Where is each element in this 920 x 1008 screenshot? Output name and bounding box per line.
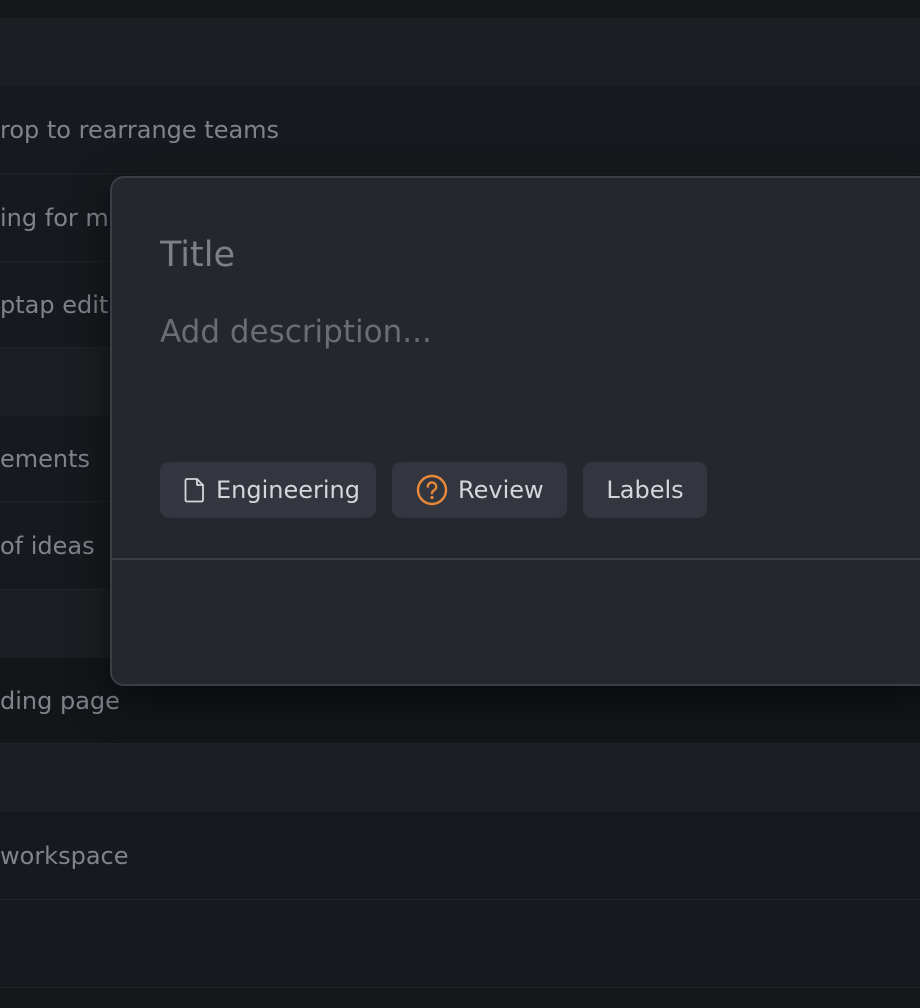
list-top-bar xyxy=(0,0,920,18)
list-item-title: of ideas xyxy=(0,531,95,560)
status-chip-label: Review xyxy=(458,476,544,504)
list-item[interactable]: workspace xyxy=(0,812,920,900)
labels-chip-label: Labels xyxy=(606,476,684,504)
description-input[interactable]: Add description... xyxy=(160,310,860,354)
title-input[interactable]: Title xyxy=(160,232,860,278)
group-header[interactable] xyxy=(0,18,920,86)
team-chip[interactable]: Engineering xyxy=(160,462,376,518)
labels-chip[interactable]: Labels xyxy=(583,462,707,518)
list-item-title: ements xyxy=(0,444,91,473)
status-chip[interactable]: Review xyxy=(392,462,567,518)
group-header[interactable] xyxy=(0,744,920,812)
new-issue-modal: Title Add description... Engineering Rev… xyxy=(110,176,920,686)
list-bottom xyxy=(0,988,920,1008)
list-item[interactable] xyxy=(0,900,920,988)
list-item-title: ptap edit xyxy=(0,290,109,319)
question-circle-icon xyxy=(416,474,448,506)
modal-footer xyxy=(112,560,920,684)
document-icon xyxy=(184,477,206,503)
list-item-title: ing for mo xyxy=(0,203,124,232)
list-item[interactable]: rop to rearrange teams xyxy=(0,86,920,174)
list-item-title: workspace xyxy=(0,841,129,870)
team-chip-label: Engineering xyxy=(216,476,360,504)
list-item-title: rop to rearrange teams xyxy=(0,115,280,144)
list-item-title: ding page xyxy=(0,686,120,715)
property-chips: Engineering Review Labels xyxy=(160,462,707,518)
